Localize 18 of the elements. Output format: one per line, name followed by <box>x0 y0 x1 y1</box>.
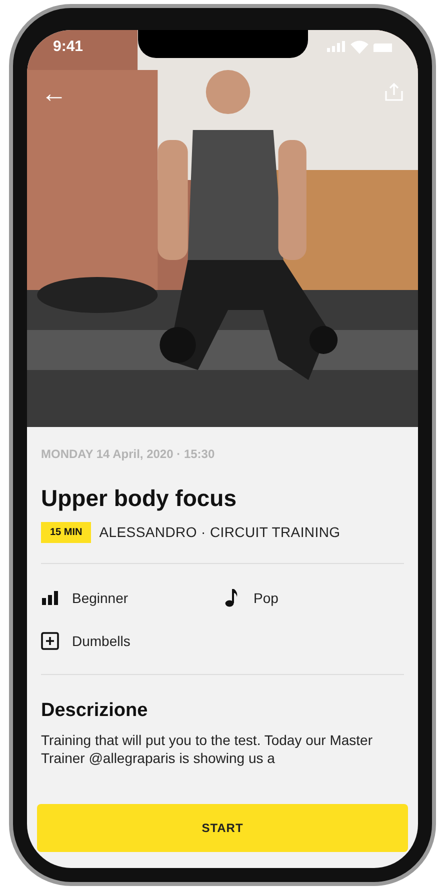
description-text: Training that will put you to the test. Today our Master Trainer @allegraparis is showing us a <box>41 731 374 768</box>
duration-tag: 15 MIN <box>41 522 92 542</box>
feature-label: Pop <box>254 588 278 608</box>
feature-label: Beginner <box>72 588 128 608</box>
date-text: MONDAY 14 April, 2020 · 15:30 <box>41 446 216 463</box>
plus-box-icon <box>41 632 59 650</box>
wifi-icon <box>350 40 369 54</box>
share-button[interactable] <box>384 82 404 102</box>
feature-label: Dumbells <box>72 632 130 650</box>
section-heading: Descrizione <box>41 698 149 722</box>
workout-subtitle: ALESSANDRO · CIRCUIT TRAINING <box>99 522 340 542</box>
level-bars-icon <box>42 591 58 605</box>
workout-title: Upper body focus <box>41 484 238 513</box>
music-note-icon <box>224 589 238 607</box>
back-button[interactable]: ← <box>41 80 67 106</box>
start-button[interactable]: START <box>37 804 408 852</box>
status-time: 9:41 <box>53 37 84 57</box>
signal-icon <box>327 41 346 54</box>
